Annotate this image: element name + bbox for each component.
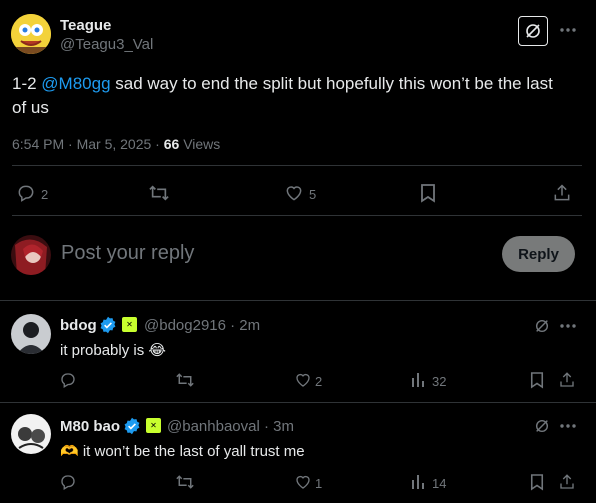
views-icon[interactable]	[409, 370, 429, 390]
author-handle[interactable]: @Teagu3_Val	[60, 36, 153, 53]
bookmark-icon[interactable]	[418, 183, 438, 203]
like-icon[interactable]	[293, 370, 313, 390]
share-icon[interactable]	[557, 370, 577, 390]
tweet-timestamp[interactable]: 6:54 PM · Mar 5, 2025 ·	[12, 136, 164, 152]
like-count: 5	[309, 187, 317, 202]
author-name[interactable]: Teague	[60, 17, 111, 34]
reply-icon[interactable]	[58, 472, 78, 492]
views-count: 66	[163, 136, 180, 152]
repost-icon[interactable]	[175, 370, 195, 390]
author-avatar[interactable]	[11, 14, 51, 54]
tweet-text-suffix: sad way to end the split but hopefully t…	[110, 74, 553, 93]
divider	[0, 402, 596, 403]
grok-icon[interactable]	[532, 316, 552, 336]
more-options-icon[interactable]	[556, 20, 580, 40]
reply-button[interactable]: Reply	[502, 236, 575, 272]
reply-avatar[interactable]	[11, 314, 51, 354]
verified-badge-icon	[124, 417, 140, 435]
reply-author-name[interactable]: bdog	[60, 317, 97, 334]
more-options-icon[interactable]	[556, 316, 580, 336]
repost-icon[interactable]	[175, 472, 195, 492]
grok-icon[interactable]	[532, 416, 552, 436]
like-icon[interactable]	[284, 183, 304, 203]
verified-badge-icon	[100, 316, 116, 334]
grok-icon[interactable]	[518, 16, 548, 46]
more-options-icon[interactable]	[556, 416, 580, 436]
reply-views-count: 32	[432, 374, 447, 389]
tweet-meta: 6:54 PM · Mar 5, 2025 · 66 Views	[12, 136, 220, 152]
user-avatar[interactable]	[11, 235, 51, 275]
reply-text: it probably is 😂	[60, 342, 166, 359]
tweet-text: 1-2 @M80gg sad way to end the split but …	[12, 72, 582, 120]
divider	[12, 165, 582, 166]
views-icon[interactable]	[409, 472, 429, 492]
reply-count: 2	[41, 187, 49, 202]
reply-like-count: 1	[315, 476, 323, 491]
affiliate-badge-icon: ✕	[122, 317, 137, 332]
views-label: Views	[179, 136, 221, 152]
reply-icon[interactable]	[16, 183, 36, 203]
like-icon[interactable]	[293, 472, 313, 492]
share-icon[interactable]	[552, 183, 572, 203]
bookmark-icon[interactable]	[527, 370, 547, 390]
tweet-text-prefix: 1-2	[12, 74, 42, 93]
share-icon[interactable]	[557, 472, 577, 492]
reply-handle-time[interactable]: @banhbaoval · 3m	[167, 418, 294, 435]
affiliate-badge-icon: ✕	[146, 418, 161, 433]
reply-like-count: 2	[315, 374, 323, 389]
reply-icon[interactable]	[58, 370, 78, 390]
reply-input[interactable]: Post your reply	[61, 242, 194, 265]
bookmark-icon[interactable]	[527, 472, 547, 492]
reply-author-name[interactable]: M80 bao	[60, 418, 120, 435]
reply-views-count: 14	[432, 476, 447, 491]
repost-icon[interactable]	[148, 183, 170, 203]
reply-text: 🫶 it won’t be the last of yall trust me	[60, 443, 305, 460]
divider	[12, 215, 582, 216]
reply-handle-time[interactable]: @bdog2916 · 2m	[144, 317, 260, 334]
divider	[0, 300, 596, 301]
tweet-text-line2: of us	[12, 98, 49, 117]
mention-link[interactable]: @M80gg	[41, 74, 110, 93]
reply-avatar[interactable]	[11, 414, 51, 454]
